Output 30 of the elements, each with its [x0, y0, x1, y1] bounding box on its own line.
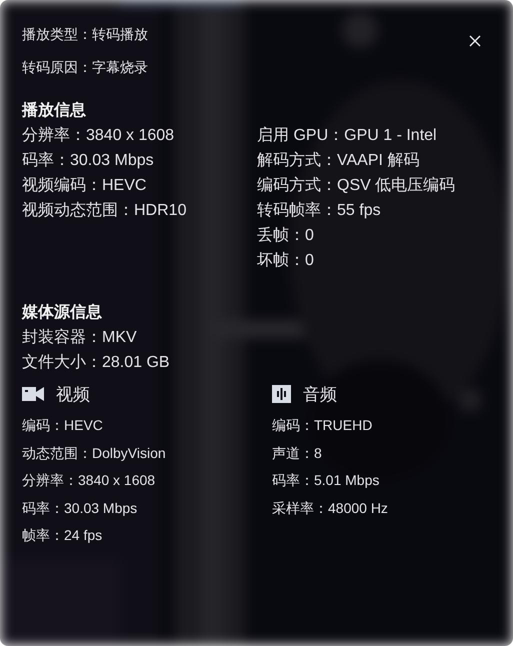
- stream-title: 音频: [303, 384, 337, 406]
- info-line: 转码原因：字幕烧录: [22, 58, 148, 77]
- stream-title: 视频: [56, 384, 90, 406]
- info-line: 编码：TRUEHD: [272, 416, 372, 435]
- info-line: 转码帧率：55 fps: [257, 200, 381, 221]
- info-line: 播放类型：转码播放: [22, 25, 148, 44]
- info-line: 启用 GPU：GPU 1 - Intel: [257, 126, 437, 146]
- info-line: 封装容器：MKV: [22, 328, 137, 348]
- video-camera-icon: [22, 386, 44, 402]
- info-line: 编码：HEVC: [22, 416, 103, 435]
- info-line: 声道：8: [272, 444, 322, 462]
- info-line: 坏帧：0: [257, 250, 314, 271]
- info-line: 码率：30.03 Mbps: [22, 498, 138, 518]
- info-line: 视频动态范围：HDR10: [22, 200, 186, 221]
- info-line: 帧率：24 fps: [22, 526, 102, 545]
- info-line: 码率：5.01 Mbps: [272, 471, 380, 490]
- section-title: 播放信息: [22, 100, 86, 121]
- info-line: 分辨率：3840 x 1608: [22, 471, 156, 490]
- close-icon[interactable]: [469, 35, 481, 47]
- info-line: 采样率：48000 Hz: [272, 498, 388, 518]
- info-line: 编码方式：QSV 低电压编码: [257, 176, 456, 196]
- info-line: 解码方式：VAAPI 解码: [257, 150, 420, 171]
- info-line: 码率：30.03 Mbps: [22, 150, 154, 171]
- section-title: 媒体源信息: [22, 302, 102, 323]
- info-line: 分辨率：3840 x 1608: [22, 126, 174, 146]
- info-line: 丢帧：0: [257, 226, 314, 246]
- info-line: 视频编码：HEVC: [22, 176, 146, 196]
- info-line: 动态范围：DolbyVision: [22, 444, 166, 463]
- audio-wave-icon: [272, 385, 291, 403]
- info-line: 文件大小：28.01 GB: [22, 352, 170, 373]
